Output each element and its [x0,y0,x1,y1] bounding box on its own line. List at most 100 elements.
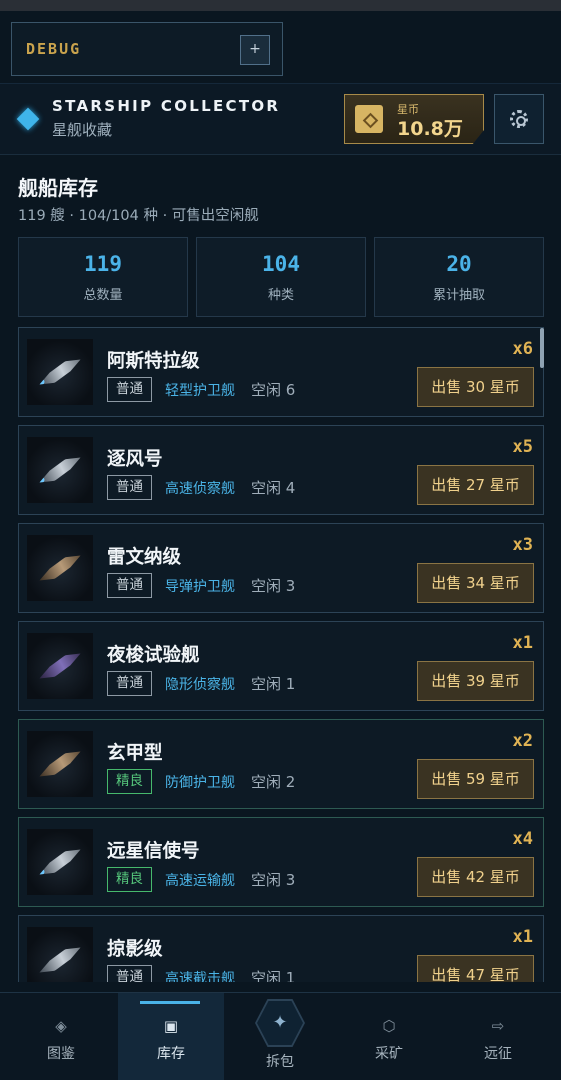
ship-card[interactable]: 夜梭试验舰 普通 隐形侦察舰 空闲 1 x1 出售 39 星币 [18,621,544,711]
ship-card[interactable]: 掠影级 普通 高速截击舰 空闲 1 x1 出售 47 星币 [18,915,544,982]
nav-label: 库存 [157,1046,185,1062]
debug-expand-button[interactable]: + [240,35,270,65]
ship-image [36,943,85,978]
stat-types: 104 种类 [196,237,366,317]
ship-image [36,845,85,880]
ship-name: 雷文纳级 [107,547,182,568]
currency-display[interactable]: 星币 10.8万 [344,94,484,144]
nav-label: 拆包 [266,1054,294,1070]
ship-count: x5 [512,437,533,457]
nav-codex[interactable]: ◈ 图鉴 [8,993,114,1080]
ship-count: x6 [512,339,533,359]
ship-class: 轻型护卫舰 [165,383,235,399]
inventory-icon: ▣ [163,1017,179,1035]
ship-thumbnail [27,927,93,982]
ship-count: x2 [512,731,533,751]
stat-value: 20 [446,252,472,276]
ship-thumbnail [27,633,93,699]
ship-count: x3 [512,535,533,555]
ship-class: 导弹护卫舰 [165,579,235,595]
ship-thumbnail [27,535,93,601]
list-scrollbar[interactable] [540,328,544,368]
gear-icon [510,110,528,128]
app-header: STARSHIP COLLECTOR 星舰收藏 星币 10.8万 [0,83,561,155]
ship-idle-count: 空闲 6 [251,381,296,399]
ship-image [36,453,85,488]
ship-count: x4 [512,829,533,849]
sell-button[interactable]: 出售 59 星币 [417,759,534,799]
ship-name: 逐风号 [107,449,163,470]
coin-icon [355,105,383,133]
top-status-strip [0,0,561,11]
nav-label: 采矿 [375,1046,403,1062]
section-title: 舰船库存 [18,176,98,200]
ship-thumbnail [27,437,93,503]
sell-button[interactable]: 出售 27 星币 [417,465,534,505]
bottom-nav: ◈ 图鉴 ▣ 库存 ✦ 拆包 ⬡ 采矿 ⇨ 远征 [0,992,561,1080]
nav-label: 图鉴 [47,1046,75,1062]
ship-name: 掠影级 [107,939,163,960]
ship-count: x1 [512,927,533,947]
sell-button[interactable]: 出售 34 星币 [417,563,534,603]
expedition-icon: ⇨ [491,1017,505,1035]
nav-unpack[interactable]: ✦ 拆包 [227,993,333,1080]
ship-idle-count: 空闲 3 [251,871,296,889]
sell-button[interactable]: 出售 30 星币 [417,367,534,407]
sparkle-icon: ✦ [257,1001,303,1045]
ship-card[interactable]: 雷文纳级 普通 导弹护卫舰 空闲 3 x3 出售 34 星币 [18,523,544,613]
stats-row: 119 总数量 104 种类 20 累计抽取 [18,237,544,317]
ship-class: 高速运输舰 [165,873,235,889]
sell-button[interactable]: 出售 47 星币 [417,955,534,982]
debug-panel: DEBUG + [11,22,283,76]
nav-expedition[interactable]: ⇨ 远征 [445,993,551,1080]
stat-value: 104 [262,252,300,276]
ship-class: 隐形侦察舰 [165,677,235,693]
ship-idle-count: 空闲 3 [251,577,296,595]
rarity-badge: 普通 [107,377,152,402]
currency-value: 10.8万 [397,118,463,140]
rarity-badge: 精良 [107,769,152,794]
ship-name: 远星信使号 [107,841,200,862]
ship-thumbnail [27,339,93,405]
ship-image [36,649,85,684]
ship-card[interactable]: 阿斯特拉级 普通 轻型护卫舰 空闲 6 x6 出售 30 星币 [18,327,544,417]
ship-name: 阿斯特拉级 [107,351,200,372]
ship-thumbnail [27,829,93,895]
codex-icon: ◈ [55,1017,67,1035]
ship-image [36,747,85,782]
ship-card[interactable]: 玄甲型 精良 防御护卫舰 空闲 2 x2 出售 59 星币 [18,719,544,809]
stat-label: 累计抽取 [432,288,485,303]
nav-mining[interactable]: ⬡ 采矿 [336,993,442,1080]
ship-image [36,355,85,390]
nav-inventory[interactable]: ▣ 库存 [118,993,224,1080]
ship-image [36,551,85,586]
rarity-badge: 普通 [107,965,152,982]
ship-idle-count: 空闲 4 [251,479,296,497]
app-title: STARSHIP COLLECTOR [52,97,281,115]
ship-card[interactable]: 远星信使号 精良 高速运输舰 空闲 3 x4 出售 42 星币 [18,817,544,907]
section-summary: 119 艘 · 104/104 种 · 可售出空闲舰 [18,208,259,224]
app-subtitle: 星舰收藏 [52,121,113,139]
diamond-logo-icon [16,107,40,131]
ship-class: 防御护卫舰 [165,775,235,791]
sell-button[interactable]: 出售 42 星币 [417,857,534,897]
mining-icon: ⬡ [382,1017,396,1035]
stat-label: 种类 [267,288,294,303]
ship-idle-count: 空闲 2 [251,773,296,791]
rarity-badge: 普通 [107,573,152,598]
ship-class: 高速截击舰 [165,971,235,982]
stat-label: 总数量 [83,288,123,303]
settings-button[interactable] [494,94,544,144]
rarity-badge: 普通 [107,671,152,696]
stat-draws: 20 累计抽取 [374,237,544,317]
ship-idle-count: 空闲 1 [251,675,296,693]
rarity-badge: 普通 [107,475,152,500]
ship-list[interactable]: 阿斯特拉级 普通 轻型护卫舰 空闲 6 x6 出售 30 星币 逐风号 普通 高… [18,327,544,982]
ship-name: 玄甲型 [107,743,163,764]
rarity-badge: 精良 [107,867,152,892]
sell-button[interactable]: 出售 39 星币 [417,661,534,701]
hex-frame: ✦ [255,999,305,1047]
ship-card[interactable]: 逐风号 普通 高速侦察舰 空闲 4 x5 出售 27 星币 [18,425,544,515]
stat-total: 119 总数量 [18,237,188,317]
debug-label: DEBUG [26,40,82,58]
